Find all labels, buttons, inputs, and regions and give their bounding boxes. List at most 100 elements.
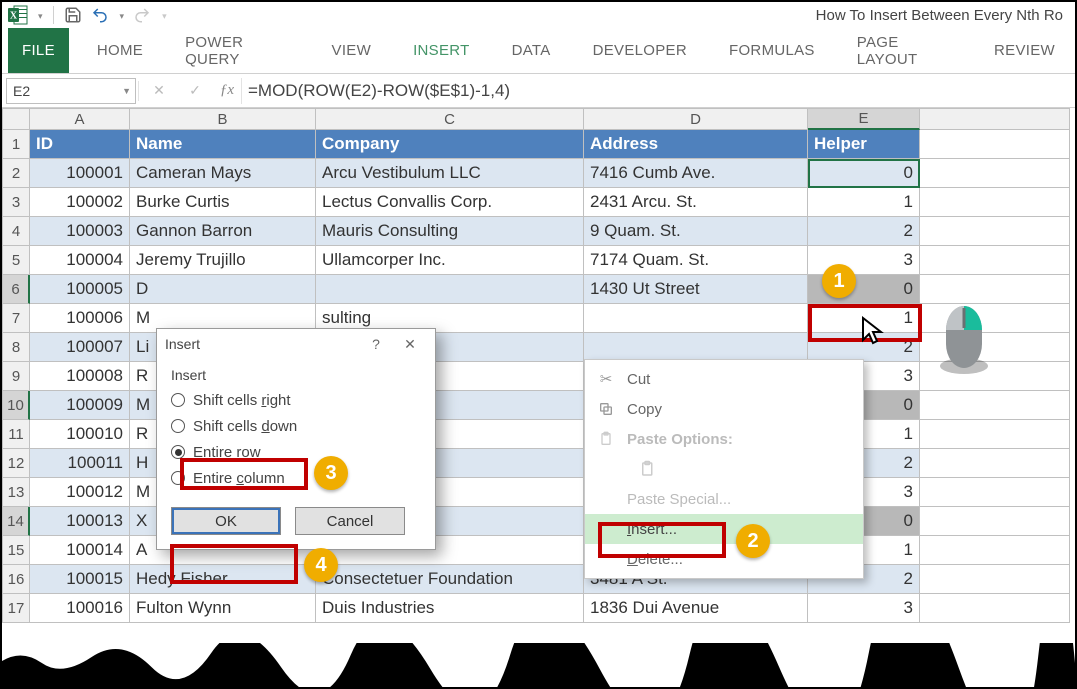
- cancel-formula-icon[interactable]: ✕: [141, 78, 177, 104]
- row-header[interactable]: 3: [2, 188, 30, 217]
- radio-entire-column[interactable]: Entire column: [171, 465, 421, 491]
- col-header-C[interactable]: C: [316, 108, 584, 130]
- name-box[interactable]: E2▼: [6, 78, 136, 104]
- ctx-cut[interactable]: ✂Cut: [585, 364, 863, 394]
- cell[interactable]: 100005: [30, 275, 130, 304]
- cell[interactable]: 1: [808, 188, 920, 217]
- cell[interactable]: [920, 217, 1070, 246]
- cell[interactable]: [920, 594, 1070, 623]
- cell[interactable]: Mauris Consulting: [316, 217, 584, 246]
- cell[interactable]: ID: [30, 130, 130, 159]
- formula-input[interactable]: =MOD(ROW(E2)-ROW($E$1)-1,4): [241, 78, 1071, 104]
- row-header[interactable]: 4: [2, 217, 30, 246]
- cell[interactable]: 1430 Ut Street: [584, 275, 808, 304]
- cell[interactable]: 100013: [30, 507, 130, 536]
- tab-view[interactable]: VIEW: [318, 28, 386, 73]
- cell[interactable]: Arcu Vestibulum LLC: [316, 159, 584, 188]
- row-header[interactable]: 5: [2, 246, 30, 275]
- row-header[interactable]: 1: [2, 130, 30, 159]
- cell[interactable]: Helper: [808, 130, 920, 159]
- cell[interactable]: Ullamcorper Inc.: [316, 246, 584, 275]
- cell[interactable]: 100004: [30, 246, 130, 275]
- tab-developer[interactable]: DEVELOPER: [579, 28, 701, 73]
- col-header-D[interactable]: D: [584, 108, 808, 130]
- qat-dropdown-icon[interactable]: [36, 8, 43, 22]
- tab-insert[interactable]: INSERT: [399, 28, 484, 73]
- cell[interactable]: [920, 391, 1070, 420]
- ctx-delete[interactable]: Delete...: [585, 544, 863, 574]
- cell[interactable]: 100006: [30, 304, 130, 333]
- tab-home[interactable]: HOME: [83, 28, 157, 73]
- row-header[interactable]: 15: [2, 536, 30, 565]
- row-header[interactable]: 7: [2, 304, 30, 333]
- row-header[interactable]: 9: [2, 362, 30, 391]
- cell[interactable]: [920, 188, 1070, 217]
- cell[interactable]: 100002: [30, 188, 130, 217]
- cell[interactable]: [584, 304, 808, 333]
- tab-data[interactable]: DATA: [498, 28, 565, 73]
- cell[interactable]: Duis Industries: [316, 594, 584, 623]
- ok-button[interactable]: OK: [171, 507, 281, 535]
- cell[interactable]: [920, 130, 1070, 159]
- row-header[interactable]: 10: [2, 391, 30, 420]
- cell[interactable]: 100016: [30, 594, 130, 623]
- cell[interactable]: 1: [808, 304, 920, 333]
- ctx-insert[interactable]: Insert...: [585, 514, 863, 544]
- cell[interactable]: [920, 420, 1070, 449]
- cell[interactable]: Hedy Fisher: [130, 565, 316, 594]
- row-header[interactable]: 12: [2, 449, 30, 478]
- undo-icon[interactable]: [90, 6, 110, 24]
- tab-file[interactable]: FILE: [8, 28, 69, 73]
- redo-dropdown-icon[interactable]: [160, 8, 167, 22]
- tab-formulas[interactable]: FORMULAS: [715, 28, 829, 73]
- col-header-A[interactable]: A: [30, 108, 130, 130]
- cell[interactable]: Cameran Mays: [130, 159, 316, 188]
- cell[interactable]: [920, 159, 1070, 188]
- enter-formula-icon[interactable]: ✓: [177, 78, 213, 104]
- cell[interactable]: Jeremy Trujillo: [130, 246, 316, 275]
- help-button[interactable]: ?: [359, 332, 393, 356]
- cell[interactable]: 100012: [30, 478, 130, 507]
- row-header[interactable]: 16: [2, 565, 30, 594]
- cell[interactable]: Lectus Convallis Corp.: [316, 188, 584, 217]
- cell[interactable]: [920, 507, 1070, 536]
- cell[interactable]: 7416 Cumb Ave.: [584, 159, 808, 188]
- cell[interactable]: [584, 333, 808, 362]
- redo-icon[interactable]: [132, 6, 152, 24]
- row-header[interactable]: 14: [2, 507, 30, 536]
- tab-page-layout[interactable]: PAGE LAYOUT: [843, 28, 966, 73]
- cell[interactable]: 100007: [30, 333, 130, 362]
- col-header-blank[interactable]: [920, 108, 1070, 130]
- tab-review[interactable]: REVIEW: [980, 28, 1069, 73]
- cell[interactable]: Burke Curtis: [130, 188, 316, 217]
- cell[interactable]: 3: [808, 594, 920, 623]
- cell[interactable]: [920, 536, 1070, 565]
- cell[interactable]: 100010: [30, 420, 130, 449]
- cell[interactable]: 1836 Dui Avenue: [584, 594, 808, 623]
- cell[interactable]: 0: [808, 159, 920, 188]
- radio-entire-row[interactable]: Entire row: [171, 439, 421, 465]
- cell[interactable]: 2: [808, 217, 920, 246]
- select-all-corner[interactable]: [2, 108, 30, 130]
- undo-dropdown-icon[interactable]: [118, 8, 125, 22]
- cell[interactable]: [920, 565, 1070, 594]
- cell[interactable]: [920, 449, 1070, 478]
- cell[interactable]: 100014: [30, 536, 130, 565]
- cell[interactable]: Address: [584, 130, 808, 159]
- row-header[interactable]: 17: [2, 594, 30, 623]
- cell[interactable]: 100008: [30, 362, 130, 391]
- cell[interactable]: 2: [808, 333, 920, 362]
- cell[interactable]: 100009: [30, 391, 130, 420]
- radio-shift-right[interactable]: Shift cells right: [171, 387, 421, 413]
- cell[interactable]: Gannon Barron: [130, 217, 316, 246]
- ctx-copy[interactable]: Copy: [585, 394, 863, 424]
- cell[interactable]: 2431 Arcu. St.: [584, 188, 808, 217]
- row-header[interactable]: 2: [2, 159, 30, 188]
- cell[interactable]: Name: [130, 130, 316, 159]
- cell[interactable]: 9 Quam. St.: [584, 217, 808, 246]
- cancel-button[interactable]: Cancel: [295, 507, 405, 535]
- row-header[interactable]: 8: [2, 333, 30, 362]
- cell[interactable]: 7174 Quam. St.: [584, 246, 808, 275]
- cell[interactable]: [920, 478, 1070, 507]
- cell[interactable]: 100011: [30, 449, 130, 478]
